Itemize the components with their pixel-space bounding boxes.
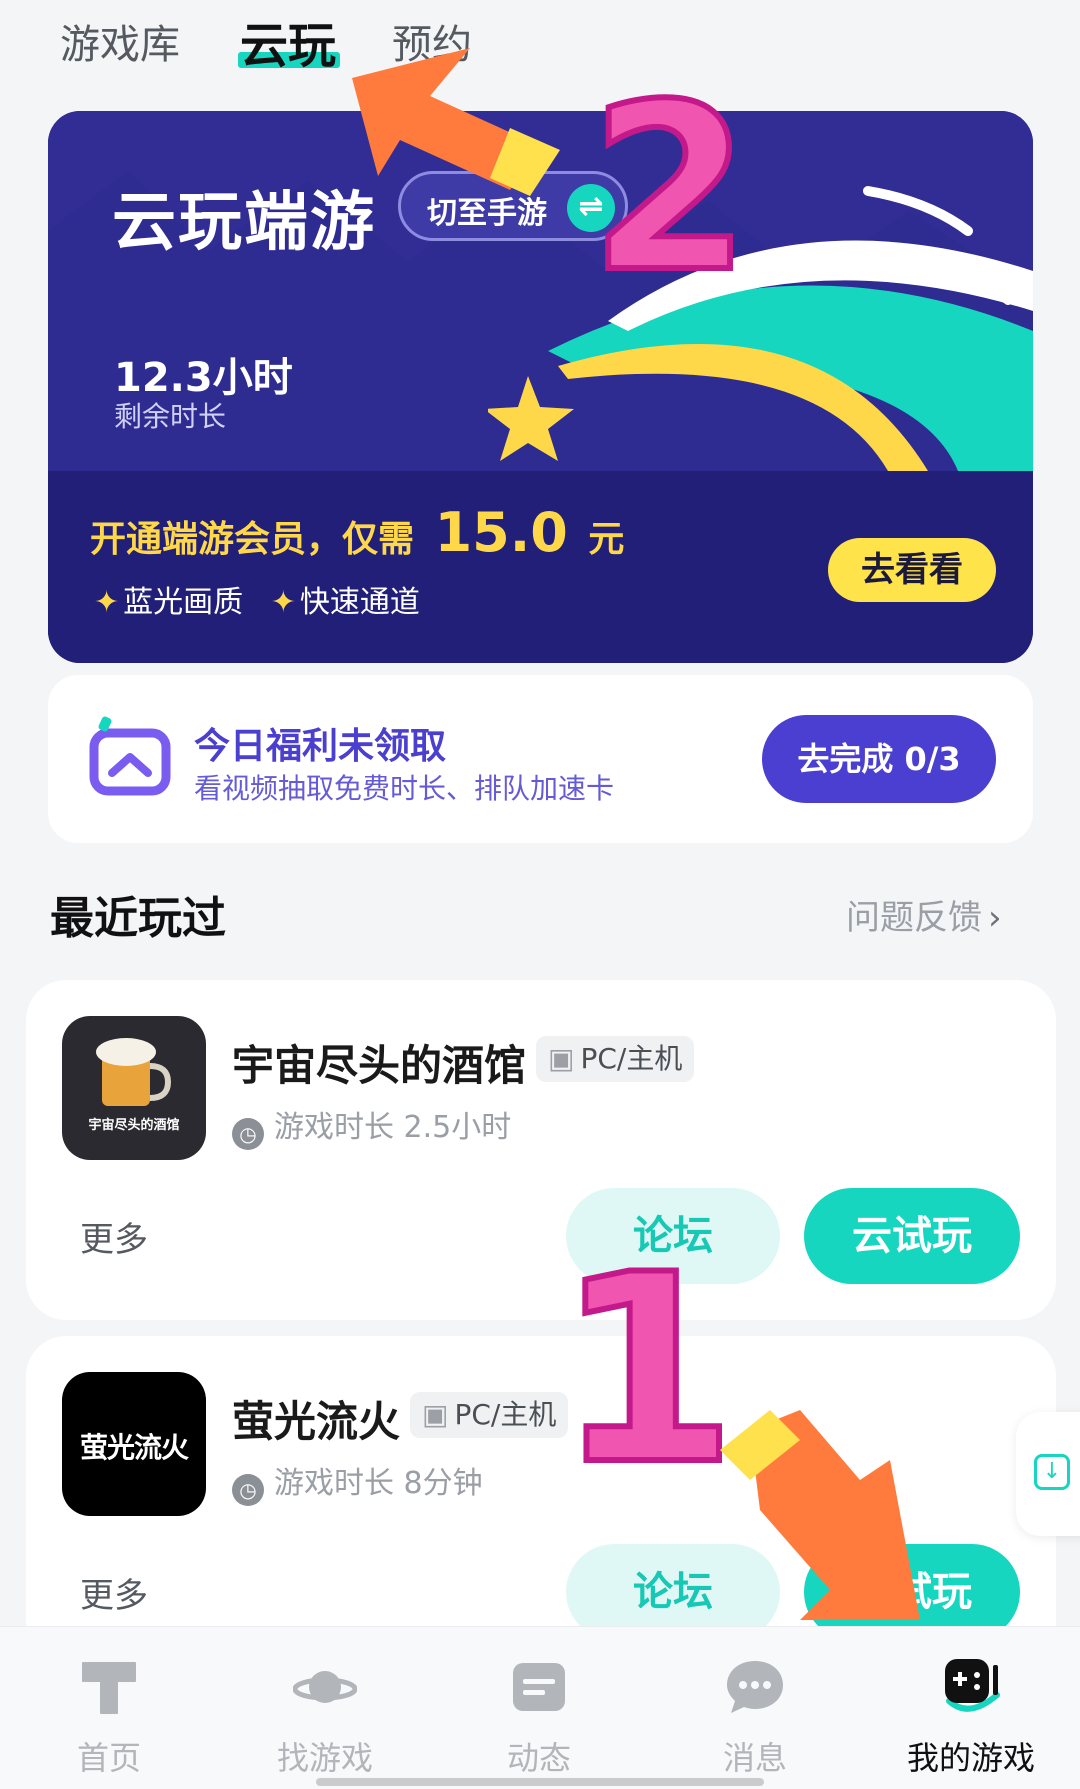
gamepad-icon [945, 1659, 1000, 1712]
nav-home[interactable]: 首页 [34, 1655, 184, 1779]
welfare-title: 今日福利未领取 [194, 726, 447, 767]
chevron-right-icon: › [988, 898, 1002, 938]
nav-find-games[interactable]: 找游戏 [250, 1655, 400, 1779]
stopwatch-icon: ◷ [232, 1474, 264, 1506]
perk-bluray: 蓝光画质 [123, 585, 244, 620]
go-complete-button[interactable]: 去完成 0/3 [762, 715, 996, 803]
remaining-hours-label: 剩余时长 [114, 400, 227, 433]
platform-label: PC/主机 [580, 1042, 683, 1075]
vip-offer-prefix: 开通端游会员，仅需 [90, 519, 415, 560]
game-card: 萤光流火 萤光流火 ▣ PC/主机 ◷ 游戏时长 8分钟 更多 论坛 云试玩 [26, 1336, 1056, 1666]
game-name: 宇宙尽头的酒馆 [232, 1041, 527, 1090]
vip-offer-price: 15.0 [434, 501, 568, 564]
tab-cloud-play[interactable]: 云玩 [240, 6, 336, 76]
playtime-text: 游戏时长 8分钟 [274, 1466, 483, 1501]
more-link[interactable]: 更多 [80, 1568, 148, 1617]
cover-title: 萤光流火 [79, 1431, 189, 1464]
video-reward-icon [89, 716, 171, 796]
game-card: 宇宙尽头的酒馆 宇宙尽头的酒馆 ▣ PC/主机 ◷ 游戏时长 2.5小时 更多 论坛… [26, 980, 1056, 1320]
playtime-text: 游戏时长 2.5小时 [274, 1110, 512, 1145]
nav-label: 消息 [722, 1739, 787, 1777]
nav-label: 找游戏 [276, 1739, 373, 1777]
daily-welfare-card[interactable]: 今日福利未领取 看视频抽取免费时长、排队加速卡 去完成 0/3 [48, 675, 1033, 843]
home-t-icon [82, 1662, 136, 1714]
vip-offer-unit: 元 [588, 519, 625, 560]
tab-game-library[interactable]: 游戏库 [60, 12, 180, 70]
recently-played-title: 最近玩过 [50, 893, 226, 944]
star-icon [488, 376, 574, 461]
platform-tag: ▣ PC/主机 [536, 1036, 695, 1082]
sparkle-icon: ✦ [94, 585, 120, 620]
rainbow-star-illustration [488, 186, 1033, 471]
cloud-pc-banner: 云玩端游 切至手游 ⇌ 12.3小时 剩余时长 开通端游会员，仅需 15.0 元… [48, 111, 1033, 663]
vip-perks: ✦ 蓝光画质 ✦ 快速通道 [94, 577, 438, 621]
more-link[interactable]: 更多 [80, 1212, 148, 1261]
bottom-nav: 首页 找游戏 动态 消息 我的游戏 [0, 1626, 1080, 1789]
welfare-subtitle: 看视频抽取免费时长、排队加速卡 [194, 772, 615, 805]
go-see-button[interactable]: 去看看 [828, 538, 996, 602]
cloud-trial-button[interactable]: 云试玩 [804, 1188, 1020, 1284]
sparkle-icon: ✦ [270, 585, 296, 620]
nav-my-games[interactable]: 我的游戏 [896, 1655, 1046, 1779]
chat-bubble-icon [727, 1661, 783, 1713]
tab-reserve[interactable]: 预约 [392, 12, 472, 70]
forum-button[interactable]: 论坛 [566, 1188, 780, 1284]
feedback-label: 问题反馈 [846, 898, 982, 938]
platform-tag: ▣ PC/主机 [410, 1392, 569, 1438]
floating-download-button[interactable]: ↓ [1016, 1412, 1080, 1536]
playtime: ◷ 游戏时长 2.5小时 [232, 1102, 511, 1150]
feedback-link[interactable]: 问题反馈 › [846, 890, 1002, 939]
playtime: ◷ 游戏时长 8分钟 [232, 1458, 483, 1506]
perk-fast-lane: 快速通道 [299, 585, 420, 620]
top-tabs: 游戏库 云玩 预约 [0, 0, 1080, 90]
banner-title: 云玩端游 [112, 186, 376, 260]
download-icon: ↓ [1034, 1454, 1070, 1490]
planet-icon [292, 1671, 358, 1703]
vip-offer-line: 开通端游会员，仅需 15.0 元 [90, 501, 624, 564]
pc-console-icon: ▣ [548, 1042, 575, 1075]
stopwatch-icon: ◷ [232, 1118, 264, 1150]
game-cover[interactable]: 萤光流火 [62, 1372, 206, 1516]
nav-label: 首页 [76, 1739, 141, 1777]
beer-mug-icon [96, 1038, 172, 1106]
pc-console-icon: ▣ [422, 1398, 449, 1431]
feed-icon [513, 1663, 565, 1711]
cover-title: 宇宙尽头的酒馆 [88, 1118, 180, 1133]
nav-label: 动态 [506, 1739, 571, 1777]
nav-feed[interactable]: 动态 [464, 1655, 614, 1779]
nav-label: 我的游戏 [906, 1739, 1035, 1777]
game-name: 萤光流火 [232, 1397, 401, 1446]
home-indicator [316, 1778, 764, 1786]
game-cover[interactable]: 宇宙尽头的酒馆 [62, 1016, 206, 1160]
nav-messages[interactable]: 消息 [680, 1655, 830, 1779]
platform-label: PC/主机 [454, 1398, 557, 1431]
